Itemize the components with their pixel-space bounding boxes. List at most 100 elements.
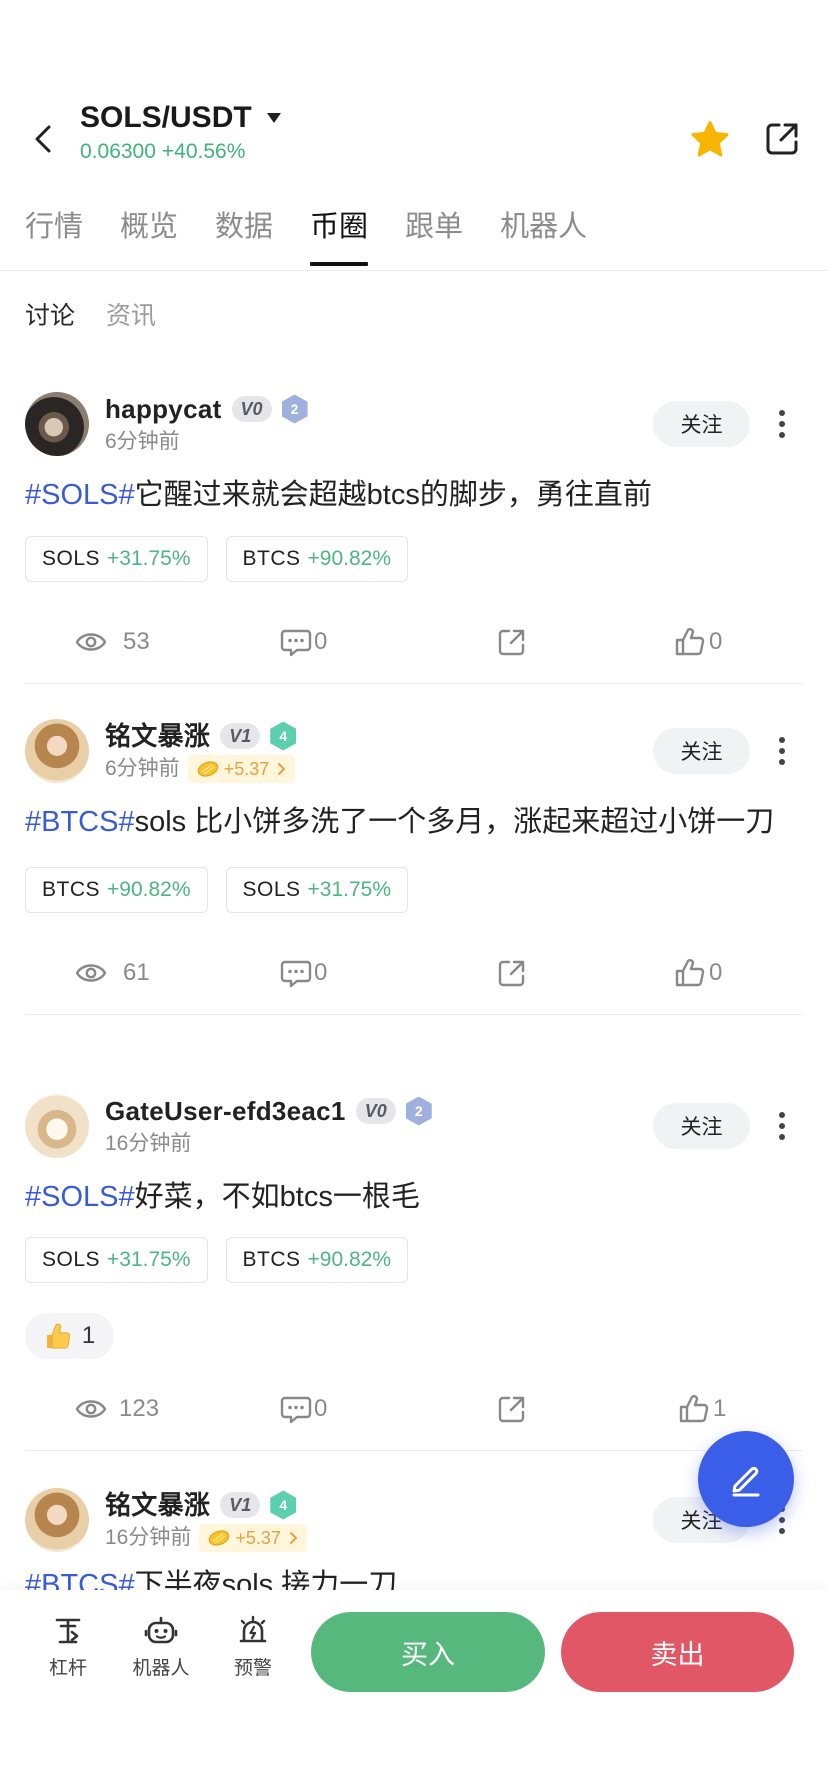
post-content[interactable]: #BTCS#sols 比小饼多洗了一个多月，涨起来超过小饼一刀	[25, 800, 800, 844]
eye-icon	[75, 1400, 107, 1418]
hashtag-link[interactable]: #BTCS#	[25, 806, 135, 838]
coin-symbol: SOLS	[42, 1248, 101, 1271]
follow-button[interactable]: 关注	[653, 1103, 750, 1149]
coin-symbol: BTCS	[42, 878, 101, 901]
thumbs-up-icon[interactable]	[677, 1393, 711, 1425]
like-count: 0	[709, 628, 723, 655]
like-count: 1	[713, 1395, 727, 1422]
post-text: 它醒过来就会超越btcs的脚步，勇往直前	[134, 479, 652, 511]
share-icon[interactable]	[762, 119, 802, 159]
tab-overview[interactable]: 概览	[120, 207, 178, 266]
post-content[interactable]: #SOLS#它醒过来就会超越btcs的脚步，勇往直前	[25, 473, 800, 517]
robot-tool[interactable]: 机器人	[116, 1614, 206, 1681]
coin-tag[interactable]: SOLS +31.75%	[25, 1237, 208, 1283]
coin-tag[interactable]: SOLS +31.75%	[225, 867, 409, 913]
coin-symbol: BTCS	[242, 1248, 301, 1271]
coin-symbol: SOLS	[242, 878, 301, 901]
comment-icon[interactable]	[279, 626, 313, 658]
reaction-chip[interactable]: 1	[25, 1313, 114, 1359]
post: happycat V0 2 6分钟前 关注 #SOLS#它醒过来就会超越btcs…	[25, 392, 803, 684]
coin-tags: SOLS +31.75% BTCS +90.82%	[25, 536, 803, 582]
tab-bots[interactable]: 机器人	[500, 207, 587, 266]
coin-tag[interactable]: BTCS +90.82%	[225, 536, 409, 582]
author-name[interactable]: 铭文暴涨	[105, 1490, 210, 1520]
share-icon[interactable]	[495, 626, 529, 658]
leverage-tool[interactable]: 杠杆	[23, 1614, 113, 1681]
avatar[interactable]	[25, 392, 89, 456]
more-vertical-icon[interactable]	[775, 1110, 789, 1142]
coin-tags: BTCS +90.82% SOLS +31.75%	[25, 867, 803, 913]
buy-button[interactable]: 买入	[311, 1612, 545, 1692]
coin-symbol: BTCS	[242, 547, 301, 570]
avatar[interactable]	[25, 1488, 89, 1552]
coin-change: +31.75%	[107, 1248, 191, 1271]
post-text: 好菜，不如btcs一根毛	[134, 1181, 420, 1213]
reward-amount: +5.37	[223, 758, 270, 779]
more-vertical-icon[interactable]	[775, 408, 789, 440]
author-name[interactable]: GateUser-efd3eac1	[105, 1096, 346, 1126]
thumbs-up-emoji-icon	[46, 1323, 70, 1349]
price-summary: 0.06300 +40.56%	[80, 139, 245, 165]
post-stats: 53 0 0	[25, 620, 803, 664]
share-icon[interactable]	[495, 1393, 529, 1425]
back-arrow-icon[interactable]	[30, 123, 56, 155]
thumbs-up-icon[interactable]	[673, 957, 707, 989]
subtab-discussion[interactable]: 讨论	[25, 300, 75, 332]
post-header: happycat V0 2 6分钟前 关注	[25, 392, 803, 456]
time-row: 16分钟前	[105, 1130, 191, 1158]
share-icon[interactable]	[495, 957, 529, 989]
leverage-label: 杠杆	[48, 1658, 87, 1679]
follow-button[interactable]: 关注	[653, 728, 750, 774]
compose-button[interactable]	[698, 1431, 794, 1527]
reward-badge[interactable]: +5.37	[187, 755, 296, 783]
view-count: 123	[119, 1395, 160, 1422]
coin-tag[interactable]: BTCS +90.82%	[225, 1237, 409, 1283]
avatar[interactable]	[25, 719, 89, 783]
reward-badge[interactable]: +5.37	[199, 1524, 307, 1552]
coin-change: +90.82%	[307, 547, 392, 570]
comment-count: 0	[314, 1395, 328, 1422]
vip-badge: V1	[220, 1492, 261, 1518]
subtab-news[interactable]: 资讯	[106, 300, 156, 332]
post-time: 6分钟前	[105, 757, 180, 780]
tab-divider	[0, 270, 828, 271]
hashtag-link[interactable]: #SOLS#	[25, 1181, 135, 1213]
follow-button[interactable]: 关注	[653, 401, 750, 447]
post-time: 16分钟前	[105, 1132, 192, 1155]
avatar[interactable]	[25, 1094, 89, 1158]
tab-copy-trading[interactable]: 跟单	[405, 207, 463, 266]
author-name[interactable]: happycat	[105, 394, 222, 424]
post: 铭文暴涨 V1 4 6分钟前 +5.37 关注 #BTCS#sols 比小饼多洗…	[25, 719, 803, 1015]
reward-amount: +5.37	[235, 1527, 281, 1548]
level-badge: 4	[270, 1490, 297, 1520]
comment-icon[interactable]	[279, 1393, 313, 1425]
author-row: happycat V0 2	[105, 394, 308, 424]
tab-community[interactable]: 币圈	[310, 207, 369, 266]
coin-tag[interactable]: BTCS +90.82%	[25, 867, 208, 913]
sell-button[interactable]: 卖出	[561, 1612, 794, 1692]
tab-market[interactable]: 行情	[25, 207, 83, 266]
view-count: 61	[123, 959, 150, 986]
alarm-icon	[239, 1615, 267, 1643]
author-name[interactable]: 铭文暴涨	[105, 721, 210, 751]
tab-data[interactable]: 数据	[215, 207, 273, 266]
robot-icon	[144, 1616, 178, 1644]
pair-selector[interactable]: SOLS/USDT	[80, 100, 282, 136]
post-divider	[25, 1014, 803, 1015]
leverage-icon	[55, 1618, 81, 1644]
view-count: 53	[123, 628, 150, 655]
reaction-count: 1	[81, 1322, 96, 1349]
page: SOLS/USDT 0.06300 +40.56% 行情 概览 数据 币圈 跟单 …	[0, 0, 828, 1792]
hashtag-link[interactable]: #SOLS#	[25, 479, 135, 511]
thumbs-up-icon[interactable]	[673, 626, 707, 658]
coin-tag[interactable]: SOLS +31.75%	[25, 536, 208, 582]
alert-tool[interactable]: 预警	[208, 1614, 298, 1681]
post-content[interactable]: #SOLS#好菜，不如btcs一根毛	[25, 1175, 800, 1219]
chevron-right-icon	[278, 763, 286, 775]
comment-icon[interactable]	[279, 957, 313, 989]
lemon-icon	[209, 1530, 230, 1546]
like-count: 0	[709, 959, 723, 986]
last-price: 0.06300	[80, 140, 156, 163]
star-icon[interactable]	[689, 118, 731, 160]
more-vertical-icon[interactable]	[775, 735, 789, 767]
